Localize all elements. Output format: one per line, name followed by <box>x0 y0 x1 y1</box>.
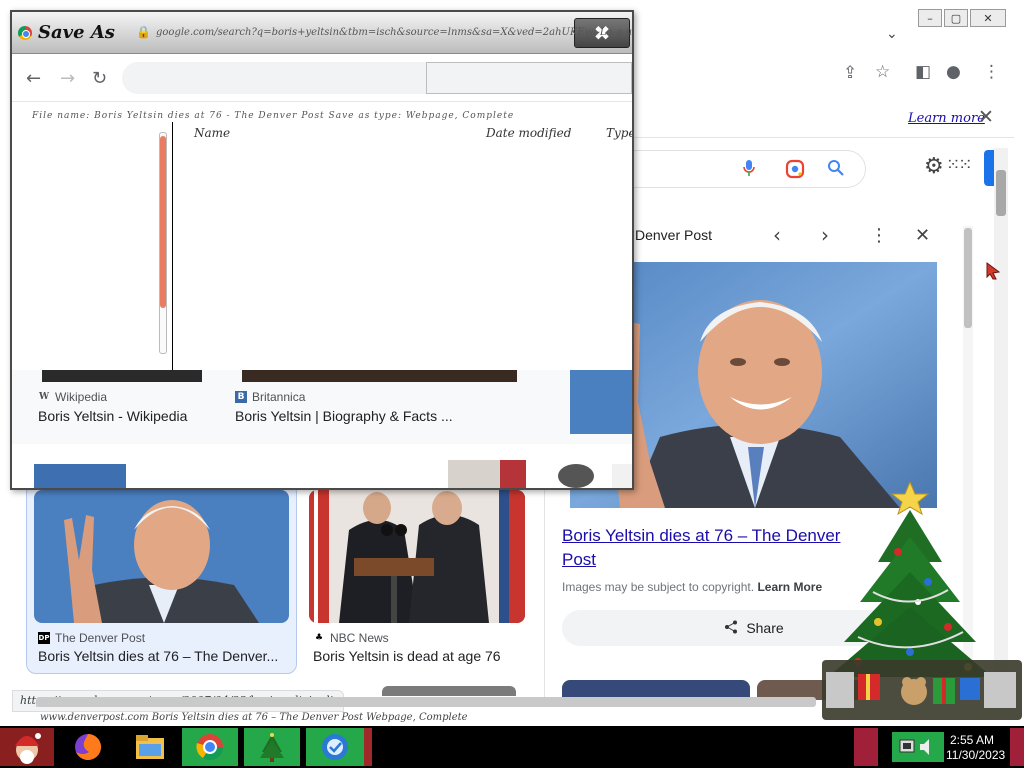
more-options-icon[interactable]: ⋮ <box>870 225 888 246</box>
dialog-resize-grip[interactable] <box>612 464 632 488</box>
result-title-wikipedia[interactable]: Boris Yeltsin - Wikipedia <box>38 408 228 424</box>
mic-icon[interactable] <box>743 159 755 182</box>
taskbar-separator <box>364 728 372 766</box>
apps-icon[interactable]: ⁙⁙ <box>946 155 972 175</box>
window-controls: – ▢ ✕ <box>918 9 1006 27</box>
clock-date[interactable]: 11/30/2023 <box>946 748 1005 762</box>
profile-icon[interactable]: ● <box>946 62 961 82</box>
column-header-name[interactable]: Name <box>194 126 230 140</box>
taskbar <box>0 726 1024 768</box>
close-window-button[interactable]: ✕ <box>970 9 1006 27</box>
sign-in-button[interactable] <box>984 150 994 186</box>
menu-icon[interactable]: ⋮ <box>983 62 1000 82</box>
save-as-dialog: Save As ✖ ← → ↻ 🔒 google.com/search?q=bo… <box>10 10 634 490</box>
result-thumb-partial[interactable] <box>34 464 126 488</box>
cursor-icon <box>985 262 1001 285</box>
copyright-learn-more-link[interactable]: Learn More <box>757 580 822 594</box>
result-title-britannica[interactable]: Boris Yeltsin | Biography & Facts ... <box>235 408 515 424</box>
result-thumb-wikipedia[interactable] <box>42 370 202 382</box>
start-santa-button[interactable] <box>0 728 54 766</box>
tray-item[interactable] <box>854 728 878 766</box>
share-label: Share <box>746 620 784 636</box>
christmas-tree-app-button[interactable] <box>244 728 300 766</box>
show-desktop-button[interactable] <box>1010 728 1024 766</box>
bookmark-star-icon[interactable]: ☆ <box>875 62 890 82</box>
folder-pane-scrollbar-thumb[interactable] <box>160 136 166 308</box>
side-panel-title-link[interactable]: Boris Yeltsin dies at 76 – The Denver Po… <box>562 524 862 572</box>
result-source-denverpost: DP The Denver Post <box>38 631 145 645</box>
share-icon[interactable]: ⇪ <box>843 63 857 83</box>
chrome-icon <box>18 26 32 40</box>
file-list[interactable] <box>176 152 626 372</box>
notice-bar: Learn more ✕ <box>634 102 1014 138</box>
clock-time[interactable]: 2:55 AM <box>950 733 994 747</box>
settings-icon[interactable]: ⚙ <box>924 154 944 179</box>
search-input[interactable] <box>600 150 866 188</box>
result-source-label: Wikipedia <box>55 390 108 404</box>
pane-divider[interactable] <box>172 122 173 372</box>
minimize-button[interactable]: – <box>918 9 942 27</box>
result-thumb-denverpost[interactable] <box>34 490 289 623</box>
result-source-nbc: ♣ NBC News <box>313 631 389 645</box>
dialog-address-text: google.com/search?q=boris+yeltsin&tbm=is… <box>156 27 633 38</box>
dialog-address-bar[interactable] <box>122 62 432 94</box>
dialog-title: Save As <box>38 22 115 43</box>
dialog-navbar: ← → ↻ <box>12 56 632 102</box>
firefox-icon[interactable] <box>66 728 110 766</box>
result-title-nbc[interactable]: Boris Yeltsin is dead at age 76 <box>313 648 533 664</box>
side-panel-scrollbar-thumb[interactable] <box>964 228 972 328</box>
wikipedia-logo-icon: W <box>38 392 50 402</box>
chrome-taskbar-button[interactable] <box>182 728 238 766</box>
result-thumb-nbc[interactable] <box>309 490 525 623</box>
lock-icon: 🔒 <box>136 25 151 39</box>
maximize-button[interactable]: ▢ <box>944 9 968 27</box>
share-icon <box>724 620 738 637</box>
nbc-logo-icon: ♣ <box>314 633 324 643</box>
copyright-text: Images may be subject to copyright. <box>562 580 758 594</box>
side-panel-source: Denver Post <box>635 227 713 243</box>
lens-search-overlay-icon[interactable] <box>558 464 594 488</box>
page-scrollbar-thumb[interactable] <box>996 170 1006 216</box>
close-notice-icon[interactable]: ✕ <box>978 106 994 128</box>
result-thumb-partial <box>500 460 526 488</box>
result-thumb-side-edge[interactable] <box>570 370 632 434</box>
column-header-date-modified[interactable]: Date modified <box>486 126 571 140</box>
dialog-filename-row[interactable]: File name: Boris Yeltsin dies at 76 - Th… <box>32 111 572 121</box>
previous-image-icon[interactable]: ‹ <box>773 223 781 247</box>
horizontal-scrollbar[interactable] <box>36 697 816 707</box>
result-title-denverpost[interactable]: Boris Yeltsin dies at 76 – The Denver... <box>38 648 288 664</box>
next-image-icon[interactable]: › <box>821 223 829 247</box>
messenger-app-button[interactable] <box>306 728 364 766</box>
sidepanel-icon[interactable]: ◧ <box>915 62 931 82</box>
back-arrow-icon[interactable]: ← <box>26 68 41 89</box>
result-source-wikipedia: W Wikipedia <box>38 390 107 404</box>
file-explorer-icon[interactable] <box>128 728 172 766</box>
close-panel-icon[interactable]: ✕ <box>915 225 930 246</box>
result-source-label: The Denver Post <box>55 631 146 645</box>
dialog-lower-area: W Wikipedia Boris Yeltsin - Wikipedia B … <box>12 370 632 488</box>
column-header-type[interactable]: Type <box>606 126 632 140</box>
dialog-address-extension[interactable] <box>426 62 632 94</box>
tab-search-chevron-icon[interactable]: ⌄ <box>886 26 898 42</box>
result-source-label: Britannica <box>252 390 306 404</box>
denverpost-logo-icon: DP <box>38 632 50 644</box>
search-icon[interactable] <box>827 159 845 182</box>
result-thumb-partial[interactable] <box>382 686 516 696</box>
tray-icons[interactable] <box>892 732 944 762</box>
britannica-logo-icon: B <box>235 391 247 403</box>
result-source-label: NBC News <box>330 631 389 645</box>
bottom-info-strip: www.denverpost.com Boris Yeltsin dies at… <box>40 712 468 723</box>
learn-more-link[interactable]: Learn more <box>908 111 985 126</box>
christmas-tree-widget <box>818 480 1024 722</box>
copyright-notice: Images may be subject to copyright. Lear… <box>562 580 822 594</box>
result-thumb-britannica[interactable] <box>242 370 517 382</box>
reload-icon[interactable]: ↻ <box>92 68 107 89</box>
result-source-britannica: B Britannica <box>235 390 305 404</box>
lens-icon[interactable] <box>785 159 805 184</box>
forward-arrow-icon[interactable]: → <box>60 68 75 89</box>
